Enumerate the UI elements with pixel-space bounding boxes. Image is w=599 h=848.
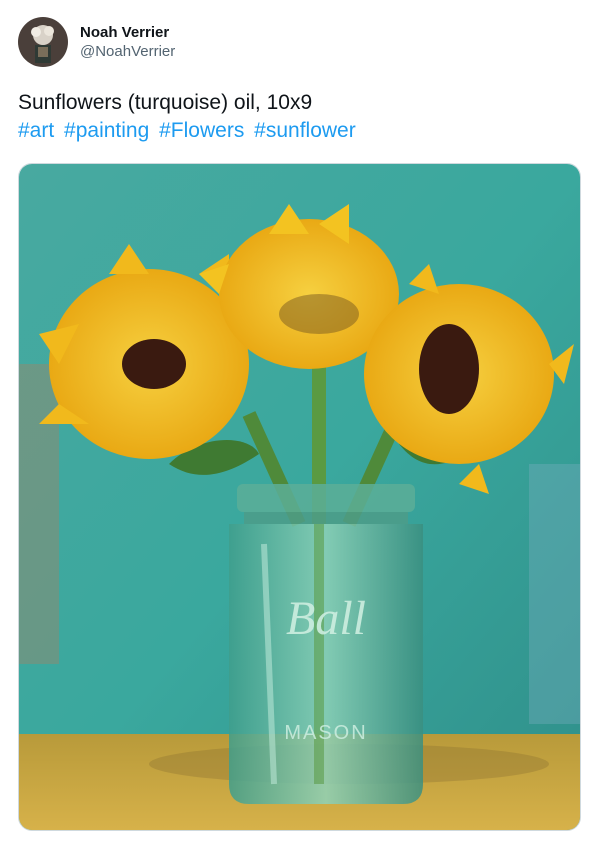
sunflower-painting-icon: Ball MASON [19,164,580,830]
tweet-body: Sunflowers (turquoise) oil, 10x9 #art #p… [18,89,578,145]
author-handle[interactable]: @NoahVerrier [80,42,175,62]
jar-sublabel: MASON [284,722,367,744]
hashtag-list: #art #painting #Flowers #sunflower [18,117,578,145]
hashtag-link[interactable]: #Flowers [159,119,244,142]
jar-label: Ball [286,592,366,645]
avatar[interactable] [18,17,68,67]
hashtag-link[interactable]: #painting [64,119,149,142]
hashtag-link[interactable]: #sunflower [254,119,356,142]
tweet-header: Noah Verrier @NoahVerrier [18,16,175,68]
hashtag-link[interactable]: #art [18,119,54,142]
tweet-text: Sunflowers (turquoise) oil, 10x9 [18,91,313,114]
tweet-image[interactable]: Ball MASON [18,163,581,831]
painting-avatar-icon [18,17,68,67]
author-display-name[interactable]: Noah Verrier [80,23,175,42]
